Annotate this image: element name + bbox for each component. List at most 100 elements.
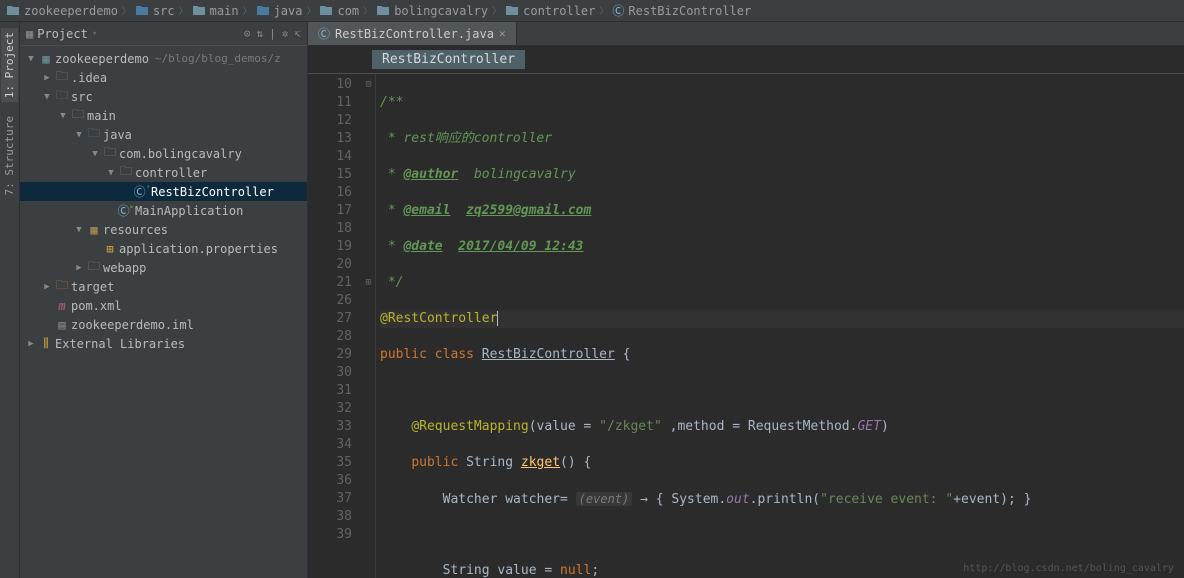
folder-icon: 🗀: [70, 105, 86, 126]
tree-node[interactable]: ▶🗀.idea: [20, 68, 307, 87]
expand-arrow-icon[interactable]: ▼: [104, 168, 118, 178]
expand-arrow-icon[interactable]: ▼: [88, 149, 102, 159]
tree-label: controller: [135, 166, 207, 180]
breadcrumb-item[interactable]: ⒸRestBizController: [612, 2, 751, 19]
project-panel-header: ▦ Project ▾ ⊙ ⇅ | ✲ ↸: [20, 22, 307, 46]
breadcrumb-item[interactable]: src: [135, 4, 175, 18]
breadcrumb-item[interactable]: bolingcavalry: [376, 4, 488, 18]
folder-icon: [6, 5, 20, 16]
folder-icon: [256, 5, 270, 16]
tree-node[interactable]: mpom.xml: [20, 296, 307, 315]
folder-res-icon: ▦: [86, 223, 102, 237]
tab-label: RestBizController.java: [335, 27, 494, 41]
lib-icon: ⫼: [38, 336, 54, 351]
editor-tabs: Ⓒ RestBizController.java ✕: [308, 22, 1184, 46]
tree-node[interactable]: ▶⫼External Libraries: [20, 334, 307, 353]
tree-node[interactable]: ⒸᵃRestBizController: [20, 182, 307, 201]
file-icon: ▤: [54, 318, 70, 332]
hide-icon[interactable]: ↸: [294, 27, 301, 40]
tool-window-tabs: 1: Project 7: Structure: [0, 22, 20, 578]
project-tree[interactable]: ▼▦zookeeperdemo~/blog/blog_demos/z▶🗀.ide…: [20, 46, 307, 578]
folder-pkg-icon: 🗀: [118, 162, 134, 183]
folder-icon: [505, 5, 519, 16]
tree-label: pom.xml: [71, 299, 122, 313]
tree-label: zookeeperdemo: [55, 52, 149, 66]
panel-title: ▦ Project ▾: [26, 27, 97, 41]
folder-icon: 🗀: [86, 257, 102, 278]
class-breadcrumb[interactable]: RestBizController: [308, 46, 1184, 74]
breadcrumb-item[interactable]: controller: [505, 4, 595, 18]
folder-icon: 🗀: [54, 67, 70, 88]
class-icon: Ⓒ: [318, 25, 330, 42]
tree-node[interactable]: ▼🗀controller: [20, 163, 307, 182]
tree-label: application.properties: [119, 242, 278, 256]
collapse-icon[interactable]: ⊙: [244, 27, 251, 40]
tree-label: MainApplication: [135, 204, 243, 218]
fold-gutter[interactable]: ⊟⊞: [362, 74, 376, 578]
project-panel: ▦ Project ▾ ⊙ ⇅ | ✲ ↸ ▼▦zookeeperdemo~/b…: [20, 22, 308, 578]
tree-label: External Libraries: [55, 337, 185, 351]
expand-arrow-icon[interactable]: ▼: [56, 111, 70, 121]
tree-node[interactable]: ▼🗀com.bolingcavalry: [20, 144, 307, 163]
editor-area: Ⓒ RestBizController.java ✕ RestBizContro…: [308, 22, 1184, 578]
folder-icon: [135, 5, 149, 16]
breadcrumb-bar: zookeeperdemo 〉 src〉 main〉 java〉 com〉 bo…: [0, 0, 1184, 22]
expand-arrow-icon[interactable]: ▼: [72, 130, 86, 140]
tree-node[interactable]: ▼🗀src: [20, 87, 307, 106]
editor-tab[interactable]: Ⓒ RestBizController.java ✕: [308, 22, 517, 45]
folder-icon: [319, 5, 333, 16]
project-icon: ▦: [26, 27, 33, 41]
folder-src-icon: 🗀: [86, 124, 102, 145]
props-icon: ⊞: [102, 242, 118, 256]
tree-node[interactable]: ⊞application.properties: [20, 239, 307, 258]
tree-label: target: [71, 280, 114, 294]
class-icon: Ⓒᵃ: [134, 183, 150, 200]
expand-arrow-icon[interactable]: ▶: [24, 339, 38, 349]
tree-node[interactable]: ▼🗀java: [20, 125, 307, 144]
tree-node[interactable]: ▤zookeeperdemo.iml: [20, 315, 307, 334]
class-icon: Ⓒ: [612, 2, 624, 19]
tree-node[interactable]: ▶🗀webapp: [20, 258, 307, 277]
tree-node[interactable]: ▼▦zookeeperdemo~/blog/blog_demos/z: [20, 49, 307, 68]
class-run-icon: Ⓒ▸: [118, 202, 134, 219]
folder-src-icon: 🗀: [54, 86, 70, 107]
breadcrumb-item[interactable]: com: [319, 4, 359, 18]
expand-arrow-icon[interactable]: ▶: [40, 73, 54, 83]
project-tool-tab[interactable]: 1: Project: [1, 28, 18, 102]
mod-icon: ▦: [38, 52, 54, 66]
tree-label: src: [71, 90, 93, 104]
tree-node[interactable]: ▶🗀target: [20, 277, 307, 296]
tree-label: com.bolingcavalry: [119, 147, 242, 161]
code-content[interactable]: /** * rest响应的controller * @author boling…: [376, 74, 1184, 578]
tree-node[interactable]: Ⓒ▸MainApplication: [20, 201, 307, 220]
code-editor[interactable]: 1011121314151617181920212627282930313233…: [308, 74, 1184, 578]
close-icon[interactable]: ✕: [499, 27, 506, 40]
tree-label: .idea: [71, 71, 107, 85]
folder-orange-icon: 🗀: [54, 276, 70, 297]
tree-node[interactable]: ▼▦resources: [20, 220, 307, 239]
maven-icon: m: [54, 299, 70, 313]
sort-icon[interactable]: ⇅: [257, 27, 264, 40]
tree-label: zookeeperdemo.iml: [71, 318, 194, 332]
folder-icon: [192, 5, 206, 16]
folder-icon: [376, 5, 390, 16]
folder-pkg-icon: 🗀: [102, 143, 118, 164]
expand-arrow-icon[interactable]: ▼: [72, 225, 86, 235]
tree-label: java: [103, 128, 132, 142]
expand-arrow-icon[interactable]: ▼: [40, 92, 54, 102]
watermark: http://blog.csdn.net/boling_cavalry: [963, 563, 1174, 574]
tree-node[interactable]: ▼🗀main: [20, 106, 307, 125]
gear-icon[interactable]: ✲: [282, 27, 289, 40]
expand-arrow-icon[interactable]: ▶: [72, 263, 86, 273]
tree-label: webapp: [103, 261, 146, 275]
expand-arrow-icon[interactable]: ▼: [24, 54, 38, 64]
breadcrumb-item[interactable]: main: [192, 4, 239, 18]
tree-label: RestBizController: [151, 185, 274, 199]
breadcrumb-item[interactable]: java: [256, 4, 303, 18]
tree-label: main: [87, 109, 116, 123]
structure-tool-tab[interactable]: 7: Structure: [1, 112, 18, 199]
breadcrumb-item[interactable]: zookeeperdemo: [6, 4, 118, 18]
expand-arrow-icon[interactable]: ▶: [40, 282, 54, 292]
divider-icon: |: [269, 27, 276, 40]
line-number-gutter: 1011121314151617181920212627282930313233…: [308, 74, 362, 578]
